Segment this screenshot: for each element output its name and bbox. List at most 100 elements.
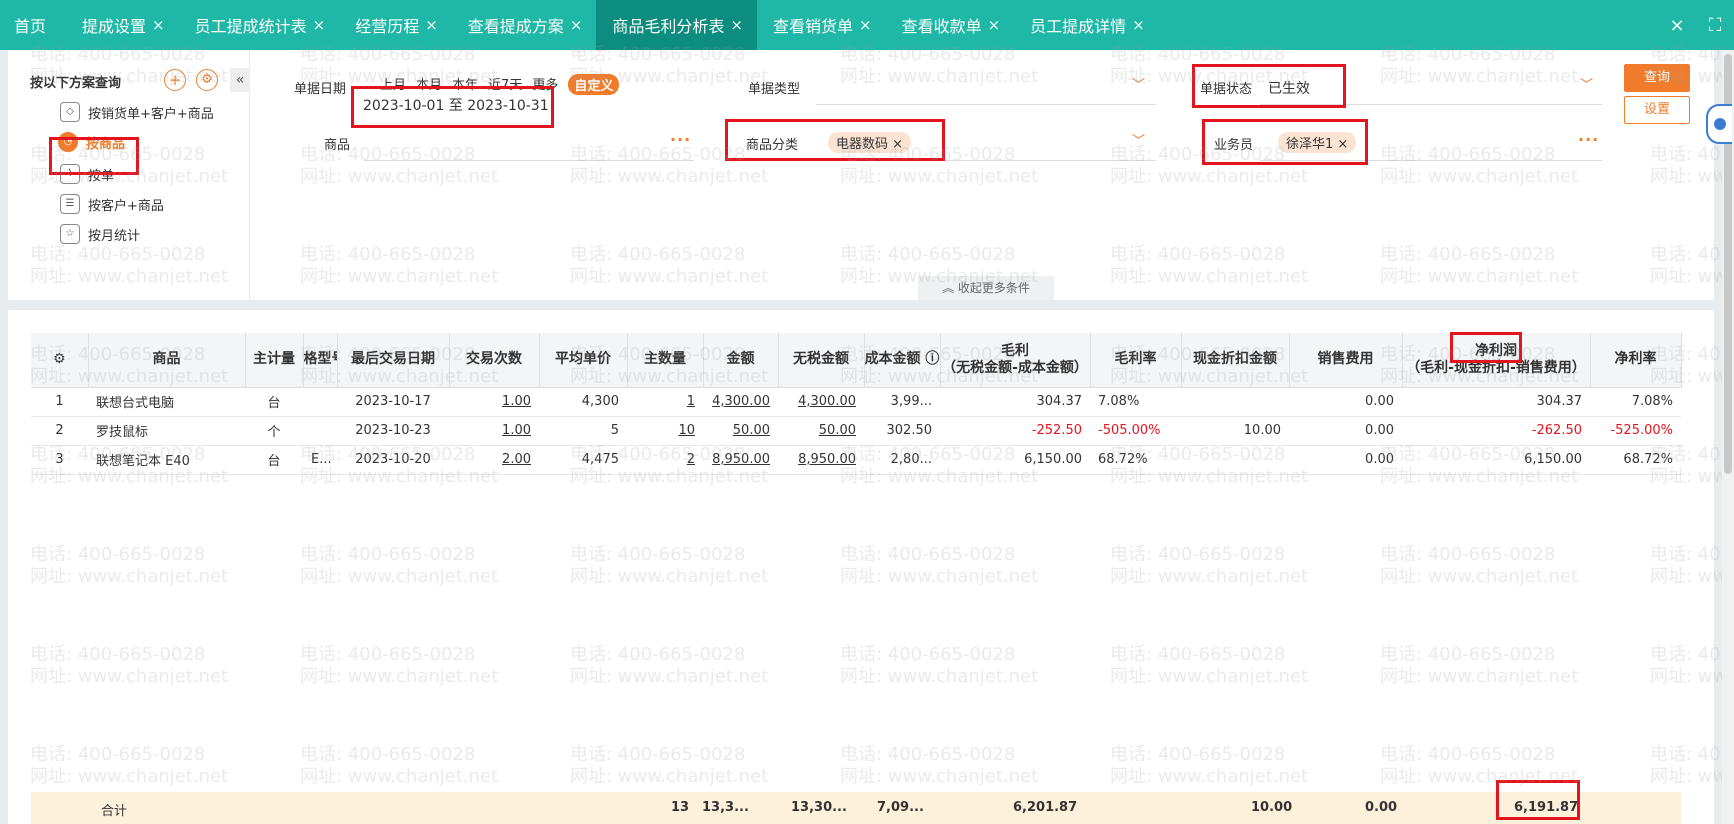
collapse-panel-icon[interactable]: « <box>230 68 250 92</box>
table-cell: 6,150.00 <box>940 445 1090 475</box>
tab-close-icon[interactable]: × <box>1132 16 1145 34</box>
header-line1: 平均单价 <box>555 351 611 368</box>
tab-close-icon[interactable]: × <box>730 16 743 34</box>
table-cell[interactable]: 1 <box>627 387 703 417</box>
header-line1: 主计量 <box>253 351 295 368</box>
cell-value: 2023-10-20 <box>355 452 431 467</box>
cell-value: 1.00 <box>502 394 531 409</box>
table-row[interactable]: 3 联想笔记本 E40 台 E... 2023-10-20 2.00 4,475 2 8,950… <box>31 445 1681 475</box>
scheme-item-0[interactable]: ◇ 按销货单+客户+商品 <box>60 102 214 122</box>
tab-close-icon[interactable]: × <box>988 16 1001 34</box>
table-cell[interactable]: 1.00 <box>449 416 539 446</box>
close-all-tabs-icon[interactable]: × <box>1658 15 1696 36</box>
tab-7[interactable]: 查看收款单 × <box>886 0 1015 50</box>
product-field[interactable] <box>364 160 694 161</box>
cell-value: 罗技鼠标 <box>96 425 149 440</box>
column-header-2[interactable]: 主计量 <box>245 333 304 388</box>
table-cell: 3,99... <box>864 387 940 417</box>
table-cell[interactable]: 1.00 <box>449 387 539 417</box>
product-label: 商品 <box>324 138 351 153</box>
table-cell: 2023-10-23 <box>337 416 449 446</box>
tab-close-icon[interactable]: × <box>425 16 438 34</box>
table-cell[interactable]: 50.00 <box>778 416 864 446</box>
table-cell[interactable]: 2 <box>627 445 703 475</box>
column-header-11[interactable]: 毛利 （无税金额-成本金额） <box>940 333 1091 388</box>
tab-close-icon[interactable]: × <box>570 16 583 34</box>
cell-value: 6,150.00 <box>1024 452 1082 467</box>
query-button[interactable]: 查询 <box>1624 64 1690 92</box>
cell-value: -262.50 <box>1531 423 1582 438</box>
cell-value: 联想台式电脑 <box>96 396 175 411</box>
tab-close-icon[interactable]: × <box>152 16 165 34</box>
category-chevron-down-icon[interactable]: ﹀ <box>1132 130 1145 149</box>
product-more-icon[interactable]: ··· <box>670 130 691 149</box>
column-header-6[interactable]: 平均单价 <box>539 333 628 388</box>
tab-label: 提成设置 <box>82 17 147 36</box>
tab-label: 员工提成详情 <box>1030 17 1127 36</box>
tab-8[interactable]: 员工提成详情 × <box>1014 0 1159 50</box>
table-cell <box>303 416 337 446</box>
column-header-12[interactable]: 毛利率 <box>1090 333 1182 388</box>
doc-type-chevron-down-icon[interactable]: ﹀ <box>1132 74 1145 93</box>
tab-close-icon[interactable]: × <box>313 16 326 34</box>
fullscreen-icon[interactable]: ⛶ <box>1696 15 1734 36</box>
cell-value: 50.00 <box>818 423 856 438</box>
table-cell: 3 <box>31 445 88 475</box>
tab-1[interactable]: 提成设置 × <box>66 0 179 50</box>
tab-5[interactable]: 商品毛利分析表 × <box>596 0 757 50</box>
table-cell: 304.37 <box>940 387 1090 417</box>
table-cell[interactable]: 8,950.00 <box>778 445 864 475</box>
table-cell[interactable]: 10 <box>627 416 703 446</box>
cell-value: E... <box>311 452 332 467</box>
tab-label: 首页 <box>14 17 47 36</box>
header-line2: （无税金额-成本金额） <box>942 359 1088 376</box>
column-header-9[interactable]: 无税金额 <box>778 333 865 388</box>
table-cell[interactable]: 8,950.00 <box>703 445 778 475</box>
table-cell: 1 <box>31 387 88 417</box>
settings-button[interactable]: 设置 <box>1624 96 1690 124</box>
table-row[interactable]: 1 联想台式电脑 台 2023-10-17 1.00 4,300 1 4,300.00 4,30… <box>31 387 1681 417</box>
column-header-7[interactable]: 主数量 <box>627 333 704 388</box>
cell-value: 10.00 <box>1243 423 1281 438</box>
column-header-3[interactable]: 格型号 <box>303 333 338 388</box>
scheme-item-4[interactable]: ☆ 按月统计 <box>60 224 140 244</box>
table-cell: -505.00% <box>1090 416 1181 446</box>
scheme-item-3[interactable]: ☰ 按客户+商品 <box>60 194 164 214</box>
column-header-14[interactable]: 销售费用 <box>1289 333 1403 388</box>
tab-6[interactable]: 查看销货单 × <box>757 0 886 50</box>
column-header-16[interactable]: 净利率 <box>1590 333 1682 388</box>
tab-3[interactable]: 经营历程 × <box>339 0 452 50</box>
tab-2[interactable]: 员工提成统计表 × <box>179 0 340 50</box>
column-header-13[interactable]: 现金折扣金额 <box>1181 333 1290 388</box>
cell-value: 10 <box>678 423 695 438</box>
column-header-1[interactable]: 商品 <box>88 333 246 388</box>
tab-close-icon[interactable]: × <box>859 16 872 34</box>
table-cell[interactable]: 50.00 <box>703 416 778 446</box>
vertical-scrollbar[interactable] <box>1722 50 1734 824</box>
column-header-5[interactable]: 交易次数 <box>449 333 540 388</box>
toggle-more-conditions-button[interactable]: ︽ 收起更多条件 <box>918 276 1054 300</box>
scheme-settings-icon[interactable]: ⚙ <box>196 69 218 91</box>
floating-assistant-icon[interactable] <box>1706 104 1732 144</box>
column-header-0[interactable]: ⚙ <box>31 333 89 388</box>
table-cell: -525.00% <box>1590 416 1681 446</box>
column-settings-icon[interactable]: ⚙ <box>53 351 66 367</box>
doc-type-field[interactable] <box>816 104 1156 105</box>
salesman-more-icon[interactable]: ··· <box>1578 130 1599 149</box>
custom-range-button[interactable]: 自定义 <box>568 74 620 95</box>
table-cell: 4,475 <box>539 445 627 475</box>
column-header-8[interactable]: 金额 <box>703 333 779 388</box>
table-row[interactable]: 2 罗技鼠标 个 2023-10-23 1.00 5 10 50.00 50.00 302.50 -… <box>31 416 1681 446</box>
column-header-10[interactable]: 成本金额 ⓘ <box>864 333 941 388</box>
add-scheme-icon[interactable]: + <box>164 69 186 91</box>
column-header-4[interactable]: 最后交易日期 <box>337 333 450 388</box>
tab-4[interactable]: 查看提成方案 × <box>452 0 597 50</box>
scheme-panel: 按以下方案查询 + ⚙ « ◇ 按销货单+客户+商品 ◔ 按商品 ⌇ 按单 ☰ 按客户+商品 ☆… <box>8 50 250 300</box>
tab-0[interactable]: 首页 <box>0 0 66 50</box>
table-cell: 台 <box>245 445 303 475</box>
table-cell[interactable]: 4,300.00 <box>778 387 864 417</box>
table-cell[interactable]: 2.00 <box>449 445 539 475</box>
status-chevron-down-icon[interactable]: ﹀ <box>1580 74 1593 93</box>
table-cell: -252.50 <box>940 416 1090 446</box>
table-cell[interactable]: 4,300.00 <box>703 387 778 417</box>
